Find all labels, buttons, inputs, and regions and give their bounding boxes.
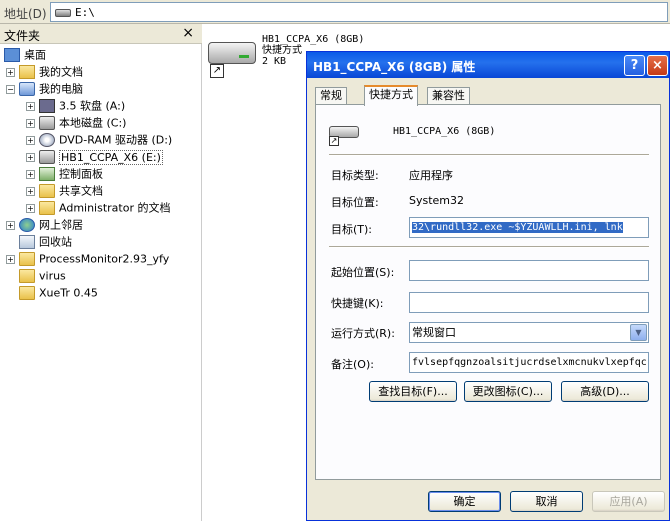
tree-item-desktop[interactable]: 桌面 (4, 46, 46, 63)
divider (329, 154, 649, 156)
start-in-label: 起始位置(S): (331, 266, 395, 279)
target-type-label: 目标类型: (331, 169, 379, 182)
tree-item-processmonitor[interactable]: + ProcessMonitor2.93_yfy (6, 250, 169, 267)
address-path: E:\ (75, 6, 95, 19)
properties-dialog: HB1_CCPA_X6 (8GB) 属性 ? × 常规 快捷方式 兼容性 ↗ H… (306, 51, 670, 521)
expand-icon[interactable]: + (26, 135, 35, 145)
shortcut-drive-icon: ↗ (329, 122, 361, 146)
comment-field[interactable]: fvlsepfqgnzoalsitjucrdselxmcnukvlxepfqc (409, 352, 649, 373)
network-icon (19, 218, 35, 232)
address-label: 地址(D) (4, 7, 47, 21)
floppy-drive-icon (39, 99, 55, 113)
drive-icon (208, 42, 256, 64)
local-disk-icon (39, 116, 55, 130)
folder-icon (39, 184, 55, 198)
tree-item-shared-docs[interactable]: + 共享文档 (26, 182, 103, 199)
folder-icon (19, 252, 35, 266)
target-label: 目标(T): (331, 223, 373, 236)
my-computer-icon (19, 82, 35, 96)
desktop-icon (4, 48, 20, 62)
target-field-text: 32\rundll32.exe ~$YZUAWLLH.ini, lnk (412, 222, 623, 233)
expand-icon[interactable]: + (26, 169, 35, 179)
tree-item-my-documents[interactable]: + 我的文档 (6, 63, 83, 80)
tree-item-recycle-bin[interactable]: 回收站 (19, 233, 72, 250)
target-field[interactable]: 32\rundll32.exe ~$YZUAWLLH.ini, lnk (409, 217, 649, 238)
folder-pane: 文件夹 × 桌面 + 我的文档 − 我的电脑 +3.5 软盘 (A:) + 本地磁盘 … (0, 24, 202, 521)
control-panel-icon (39, 167, 55, 181)
cancel-button[interactable]: 取消 (510, 491, 583, 512)
close-icon[interactable]: × (182, 25, 194, 41)
folder-icon (39, 201, 55, 215)
hotkey-field[interactable] (409, 292, 649, 313)
my-documents-icon (19, 65, 35, 79)
file-name: HB1_CCPA_X6 (8GB) (262, 34, 365, 45)
tree-item-removable-drive[interactable]: + HB1_CCPA_X6 (E:) (26, 148, 163, 165)
expand-icon[interactable]: + (6, 220, 15, 230)
expand-icon[interactable]: + (26, 152, 35, 162)
shortcut-arrow-icon: ↗ (329, 136, 339, 146)
help-button[interactable]: ? (624, 55, 645, 76)
ok-button[interactable]: 确定 (428, 491, 501, 512)
advanced-button[interactable]: 高级(D)... (561, 381, 649, 402)
expand-icon[interactable]: + (26, 118, 35, 128)
tree-item-floppy[interactable]: +3.5 软盘 (A:) (26, 97, 125, 114)
tree-item-local-disk[interactable]: + 本地磁盘 (C:) (26, 114, 126, 131)
tree-item-xuetr[interactable]: XueTr 0.45 (19, 284, 98, 301)
drive-icon (55, 9, 71, 17)
dvd-drive-icon (39, 133, 55, 147)
target-location-label: 目标位置: (331, 196, 379, 209)
tab-general[interactable]: 常规 (315, 87, 347, 105)
close-button[interactable]: × (647, 55, 668, 76)
expand-icon[interactable]: + (26, 101, 35, 111)
address-input[interactable]: E:\ (50, 2, 668, 22)
folder-pane-header: 文件夹 × (0, 24, 202, 44)
tree-item-network[interactable]: + 网上邻居 (6, 216, 83, 233)
find-target-button[interactable]: 查找目标(F)... (369, 381, 457, 402)
folder-pane-title: 文件夹 (4, 29, 41, 43)
dialog-title: HB1_CCPA_X6 (8GB) 属性 (313, 60, 476, 74)
hotkey-label: 快捷键(K): (331, 297, 384, 310)
expand-icon[interactable]: + (26, 203, 35, 213)
tab-compatibility[interactable]: 兼容性 (427, 87, 470, 105)
tree-item-admin-docs[interactable]: + Administrator 的文档 (26, 199, 170, 216)
recycle-bin-icon (19, 235, 35, 249)
folder-icon (19, 286, 35, 300)
run-label: 运行方式(R): (331, 327, 395, 340)
expand-icon[interactable]: + (6, 67, 15, 77)
run-select[interactable]: 常规窗口 ▼ (409, 322, 649, 343)
dialog-titlebar[interactable]: HB1_CCPA_X6 (8GB) 属性 ? × (307, 52, 669, 78)
divider (329, 246, 649, 248)
target-type-value: 应用程序 (409, 169, 453, 182)
start-in-field[interactable] (409, 260, 649, 281)
comment-label: 备注(O): (331, 358, 374, 371)
shortcut-name: HB1_CCPA_X6 (8GB) (393, 126, 496, 137)
removable-drive-icon (39, 150, 55, 164)
tree-item-virus[interactable]: virus (19, 267, 66, 284)
apply-button: 应用(A) (592, 491, 665, 512)
tree-item-my-computer[interactable]: − 我的电脑 (6, 80, 83, 97)
expand-icon[interactable]: + (26, 186, 35, 196)
address-bar: 地址(D) E:\ (0, 0, 670, 24)
expand-icon[interactable]: + (6, 254, 15, 264)
folder-icon (19, 269, 35, 283)
change-icon-button[interactable]: 更改图标(C)... (464, 381, 552, 402)
tree-item-dvd[interactable]: + DVD-RAM 驱动器 (D:) (26, 131, 172, 148)
shortcut-arrow-icon: ↗ (210, 64, 224, 78)
run-select-value: 常规窗口 (412, 326, 456, 339)
tab-shortcut[interactable]: 快捷方式 (364, 85, 418, 106)
collapse-icon[interactable]: − (6, 84, 15, 94)
chevron-down-icon[interactable]: ▼ (630, 324, 647, 341)
target-location-value: System32 (409, 194, 465, 207)
tree-item-control-panel[interactable]: + 控制面板 (26, 165, 103, 182)
